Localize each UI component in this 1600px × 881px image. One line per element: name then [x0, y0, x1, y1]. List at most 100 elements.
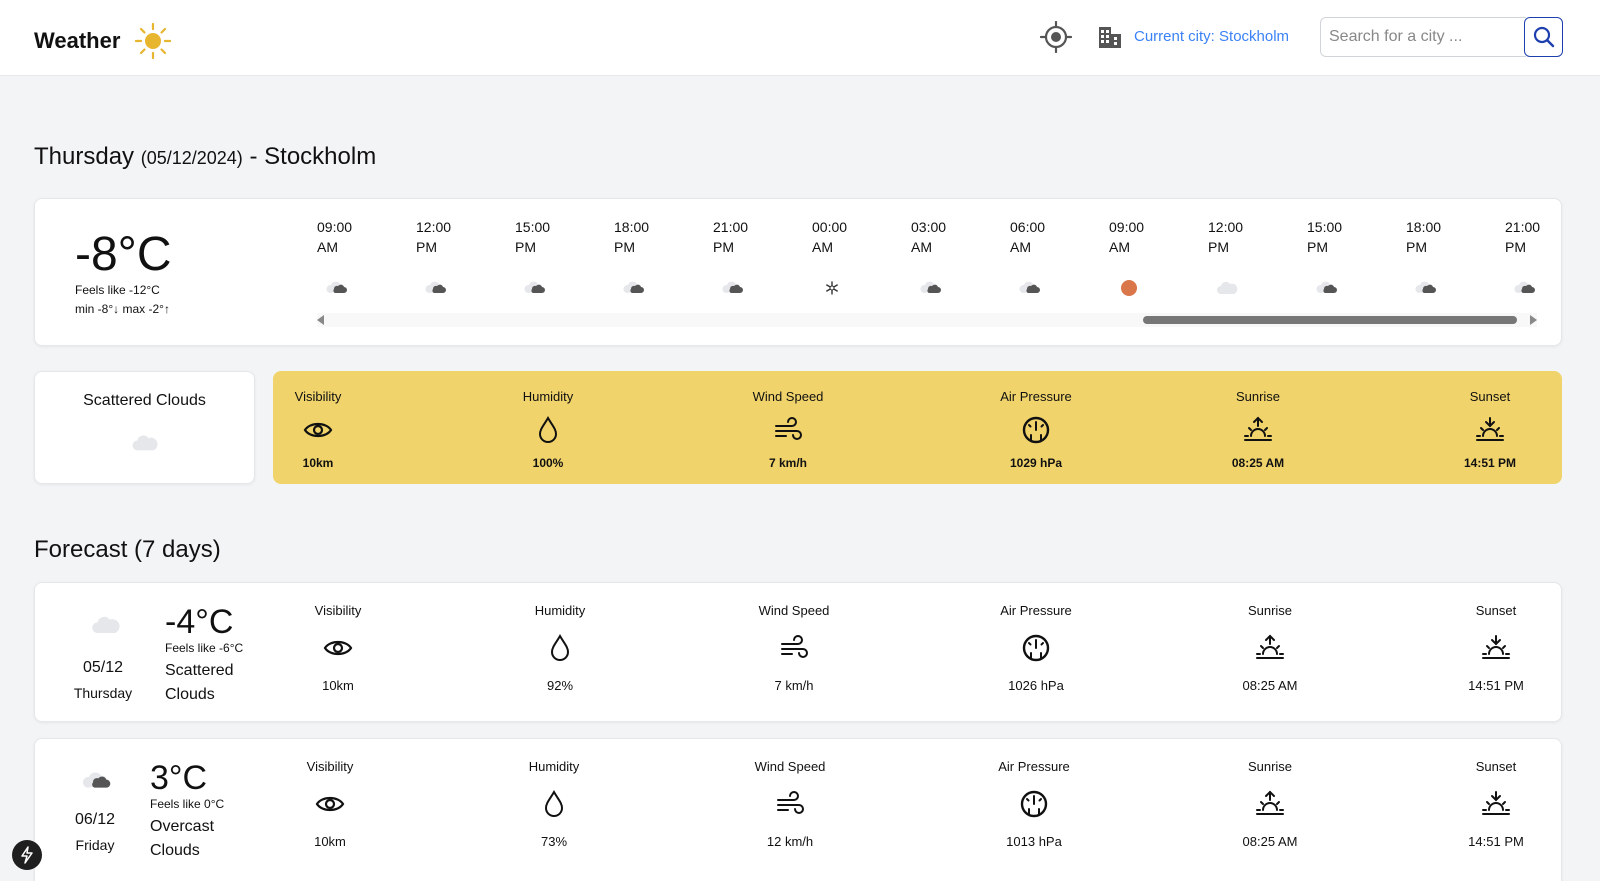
wind-icon	[778, 632, 810, 664]
detail-visibility: Visibility 10km	[263, 389, 373, 470]
hourly-item: 21:00PM0°C	[713, 217, 803, 329]
overcast-cloud-icon	[1315, 279, 1339, 297]
forecast-description: Overcast Clouds	[150, 815, 250, 863]
current-city-label[interactable]: Current city: Stockholm	[1134, 28, 1289, 45]
detail-value: 10km	[302, 456, 334, 470]
forecast-date: 05/12	[82, 659, 124, 676]
gauge-icon	[1020, 632, 1052, 664]
hourly-item: 15:00PM1°C	[515, 217, 605, 329]
hour-ampm: PM	[614, 239, 635, 255]
day-city: Stockholm	[264, 143, 377, 170]
forecast-day-card[interactable]: 05/12 Thursday -4°C Feels like -6°C Scattere…	[34, 582, 1562, 722]
forecast-stat-value: 92%	[546, 678, 574, 693]
scroll-right-arrow[interactable]	[1530, 315, 1537, 325]
min-max-temperature: min -8°↓ max -2°↑	[75, 302, 170, 316]
droplet-icon	[532, 414, 564, 446]
hour-time: 21:00	[713, 219, 749, 235]
droplet-icon	[544, 632, 576, 664]
detail-value: 14:51 PM	[1463, 456, 1517, 470]
forecast-wind-speed: Wind Speed 7 km/h	[739, 603, 849, 693]
scroll-left-arrow[interactable]	[317, 315, 324, 325]
forecast-stat-value: 7 km/h	[774, 678, 814, 693]
hour-ampm: PM	[1406, 239, 1427, 255]
hourly-item: 15:00PM2°C	[1307, 217, 1397, 329]
forecast-stat-value: 14:51 PM	[1468, 834, 1524, 849]
overcast-cloud-icon	[1414, 279, 1438, 297]
hour-ampm: PM	[416, 239, 437, 255]
forecast-stat-value: 12 km/h	[766, 834, 814, 849]
feels-like: Feels like -12°C	[75, 283, 160, 297]
detail-sunrise: Sunrise 08:25 AM	[1203, 389, 1313, 470]
day-title: Thursday (05/12/2024) - Stockholm	[34, 143, 376, 171]
detail-value: 7 km/h	[768, 456, 807, 470]
hourly-forecast[interactable]: 09:00AM3°C12:00PM3°C15:00PM1°C18:00PM1°C…	[317, 217, 1545, 329]
overcast-cloud-icon	[622, 279, 646, 297]
title-separator: -	[249, 143, 258, 170]
forecast-weekday: Friday	[75, 837, 115, 853]
current-weather-card: -8°C Feels like -12°C min -8°↓ max -2°↑ …	[34, 198, 1562, 346]
forecast-stat-value: 14:51 PM	[1468, 678, 1524, 693]
forecast-feels-like: Feels like 0°C	[150, 797, 225, 811]
forecast-stat-value: 10km	[314, 834, 346, 849]
hour-time: 15:00	[1307, 219, 1343, 235]
brand: Weather	[34, 22, 172, 60]
app-header: Weather Current city: Stockholm	[0, 0, 1600, 76]
forecast-description: Scattered Clouds	[165, 659, 265, 707]
forecast-stat-label: Sunset	[1475, 603, 1517, 618]
forecast-stat-label: Sunrise	[1247, 759, 1293, 774]
hourly-scrollbar[interactable]	[317, 313, 1537, 327]
current-temperature: -8°C	[75, 228, 172, 281]
forecast-stat-label: Sunrise	[1247, 603, 1293, 618]
forecast-feels-like: Feels like -6°C	[165, 641, 244, 655]
hour-time: 21:00	[1505, 219, 1541, 235]
weather-description: Scattered Clouds	[83, 392, 206, 409]
forecast-description-line: Overcast	[150, 818, 215, 835]
light-cloud-icon	[130, 432, 162, 454]
detail-sunset: Sunset 14:51 PM	[1435, 389, 1545, 470]
light-cloud-icon	[1216, 279, 1240, 297]
hour-ampm: PM	[515, 239, 536, 255]
eye-icon	[314, 788, 346, 820]
forecast-date: 06/12	[74, 811, 116, 828]
forecast-air-pressure: Air Pressure 1013 hPa	[979, 759, 1089, 849]
app-title: Weather	[34, 28, 121, 53]
droplet-icon	[538, 788, 570, 820]
city-search-input[interactable]	[1320, 17, 1526, 57]
forecast-humidity: Humidity 73%	[499, 759, 609, 849]
search-icon	[1533, 26, 1554, 48]
day-date: (05/12/2024)	[140, 148, 243, 168]
hourly-item: 12:00PM3°C	[1208, 217, 1298, 329]
search-button[interactable]	[1524, 17, 1563, 57]
hour-ampm: AM	[1109, 239, 1130, 255]
overcast-cloud-icon	[325, 279, 349, 297]
detail-humidity: Humidity 100%	[493, 389, 603, 470]
hour-time: 15:00	[515, 219, 551, 235]
sun-logo-icon	[135, 22, 172, 60]
current-location-icon[interactable]	[1040, 21, 1072, 53]
forecast-sunset: Sunset 14:51 PM	[1441, 759, 1551, 849]
detail-value: 100%	[532, 456, 564, 470]
hour-ampm: AM	[911, 239, 932, 255]
day-name: Thursday	[34, 143, 135, 170]
forecast-day-card[interactable]: 06/12 Friday 3°C Feels like 0°C Overcast Clou…	[34, 738, 1562, 881]
scroll-thumb[interactable]	[1143, 316, 1517, 324]
light-cloud-icon	[90, 613, 124, 637]
forecast-title: Forecast (7 days)	[34, 536, 221, 563]
overcast-cloud-icon	[80, 769, 114, 793]
detail-air-pressure: Air Pressure 1029 hPa	[981, 389, 1091, 470]
forecast-sunset: Sunset 14:51 PM	[1441, 603, 1551, 693]
hourly-item: 09:00AM3°C	[317, 217, 407, 329]
overcast-cloud-icon	[721, 279, 745, 297]
forecast-stat-value: 1013 hPa	[1006, 834, 1062, 849]
wind-icon	[774, 788, 806, 820]
forecast-wind-speed: Wind Speed 12 km/h	[735, 759, 845, 849]
hour-time: 12:00	[1208, 219, 1244, 235]
hour-ampm: AM	[812, 239, 833, 255]
forecast-stat-label: Sunset	[1475, 759, 1517, 774]
hourly-item: 00:00AM1°C	[812, 217, 902, 329]
hour-time: 09:00	[1109, 219, 1145, 235]
hourly-item: 21:00PM0°C	[1505, 217, 1595, 329]
bolt-badge[interactable]	[12, 840, 42, 870]
detail-value: 1029 hPa	[1009, 456, 1063, 470]
forecast-stat-value: 08:25 AM	[1242, 834, 1298, 849]
